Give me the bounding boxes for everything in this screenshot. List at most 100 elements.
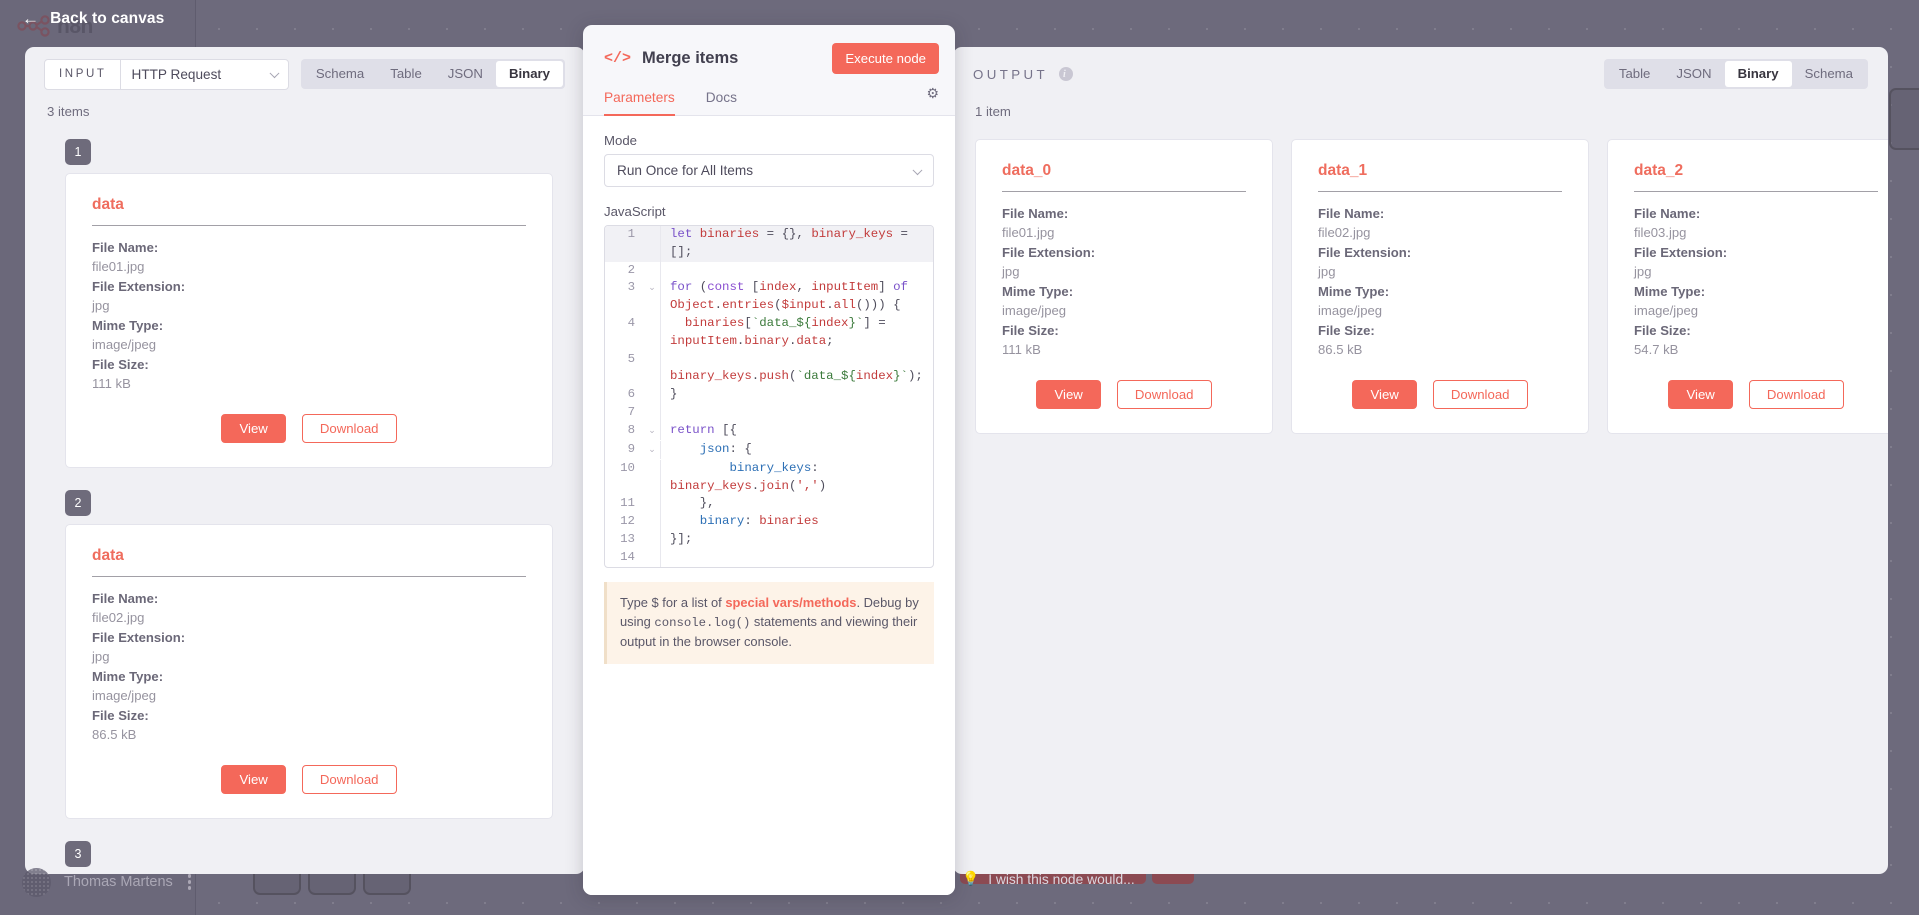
view-button[interactable]: View [1352, 379, 1417, 409]
binary-key-label: data [92, 196, 124, 213]
line-number: 7 [627, 404, 635, 419]
fold-arrow-icon[interactable]: ⌄ [644, 279, 660, 298]
line-number: 14 [620, 549, 635, 564]
view-button[interactable]: View [1036, 379, 1101, 409]
divider [1318, 191, 1562, 192]
line-number: 5 [627, 351, 635, 366]
info-icon[interactable]: i [1059, 67, 1074, 81]
field-label: File Name: [1002, 206, 1069, 221]
field-value: image/jpeg [1318, 302, 1383, 318]
code-line[interactable]: 2 [605, 261, 933, 280]
mode-select[interactable]: Run Once for All Items [604, 154, 934, 187]
line-number: 10 [620, 460, 635, 475]
parameters-modal: </> Merge items Execute node Parameters D… [583, 25, 955, 895]
line-number: 1 [627, 227, 635, 241]
view-button[interactable]: View [1668, 379, 1733, 409]
modal-title-group: </> Merge items [604, 49, 738, 68]
input-tab-json[interactable]: JSON [435, 61, 496, 87]
field-label: Mime Type: [92, 668, 164, 684]
code-line[interactable]: 10 binary_keys: binary_keys.join(',') [605, 459, 933, 496]
mode-field-label: Mode [604, 133, 637, 148]
field-value: file02.jpg [92, 609, 145, 625]
hint-code: console.log() [654, 615, 751, 630]
input-view-tabs[interactable]: Schema Table JSON Binary [300, 59, 565, 89]
javascript-code-editor[interactable]: 1 let binaries = {}, binary_keys = []; 2 3… [604, 225, 934, 568]
output-title-group: OUTPUT i [973, 67, 1074, 82]
user-menu-button[interactable] [187, 874, 192, 890]
output-tab-binary[interactable]: Binary [1724, 61, 1792, 87]
back-to-canvas-button[interactable]: ← Back to canvas [0, 0, 164, 37]
code-line[interactable]: 4 binaries[`data_${index}`] = inputItem.… [605, 314, 933, 351]
modal-tab-docs[interactable]: Docs [706, 90, 737, 116]
input-item-count: 3 items [47, 104, 90, 119]
input-tab-schema[interactable]: Schema [303, 61, 377, 87]
execute-node-button[interactable]: Execute node [832, 43, 939, 74]
canvas-node-ghost [1889, 88, 1919, 150]
field-label: Mime Type: [1634, 283, 1706, 299]
modal-header: </> Merge items Execute node [583, 25, 955, 74]
code-line[interactable]: 14 [605, 548, 933, 567]
field-label: File Name: [1634, 206, 1701, 221]
input-panel: INPUT HTTP Request Schema Table JSON Binary… [25, 47, 585, 874]
feedback-label: I wish this node would... [988, 871, 1135, 887]
field-value: 86.5 kB [92, 726, 137, 742]
binary-data-card: data_0 File Name: file01.jpg File Extension… [975, 139, 1273, 434]
code-line[interactable]: 3 ⌄ for (const [index, inputItem] of Objec… [605, 279, 933, 315]
view-button[interactable]: View [221, 413, 286, 443]
feedback-button[interactable]: 💡 I wish this node would... [962, 871, 1135, 887]
special-vars-link[interactable]: special vars/methods [725, 595, 856, 610]
code-line[interactable]: 8 ⌄ return [{ [605, 421, 933, 441]
line-number: 9 [627, 441, 635, 456]
item-index-badge: 2 [65, 489, 91, 516]
field-value: image/jpeg [1002, 302, 1067, 318]
gear-icon[interactable]: ⚙ [926, 86, 939, 100]
code-line[interactable]: 7 [605, 403, 933, 422]
field-label: Mime Type: [92, 317, 164, 333]
field-value: 54.7 kB [1634, 341, 1679, 357]
code-line[interactable]: 11 }, [605, 495, 933, 514]
field-value: 86.5 kB [1318, 341, 1363, 357]
input-item-list: 1 data File Name: file01.jpg File Extension:… [25, 135, 585, 874]
top-bar: ← Back to canvas [0, 0, 1919, 37]
node-detail-view: INPUT HTTP Request Schema Table JSON Binary… [25, 47, 1888, 874]
chevron-down-icon [912, 164, 923, 175]
download-button[interactable]: Download [1116, 379, 1212, 409]
output-tab-json[interactable]: JSON [1663, 61, 1724, 87]
input-tab-table[interactable]: Table [377, 61, 435, 87]
code-line[interactable]: 9 ⌄ json: { [605, 440, 933, 460]
output-tab-table[interactable]: Table [1606, 61, 1664, 87]
code-text: }, [660, 495, 933, 514]
input-node-dropdown[interactable]: HTTP Request [121, 60, 288, 89]
arrow-left-icon: ← [22, 9, 40, 28]
field-value: file01.jpg [1002, 224, 1055, 240]
code-text: binary_keys.push(`data_${index}`); [660, 350, 933, 387]
fold-arrow-icon[interactable]: ⌄ [644, 422, 660, 441]
output-tab-schema[interactable]: Schema [1792, 61, 1866, 87]
field-label: Mime Type: [1318, 283, 1390, 299]
modal-tabs[interactable]: Parameters Docs ⚙ [583, 74, 955, 116]
avatar[interactable] [22, 867, 51, 897]
modal-tab-parameters[interactable]: Parameters [604, 90, 675, 116]
input-tab-binary[interactable]: Binary [495, 61, 563, 87]
fold-arrow-icon[interactable]: ⌄ [644, 441, 660, 460]
line-number: 12 [620, 514, 635, 529]
binary-data-card: data File Name: file02.jpg File Extension: j… [65, 523, 553, 819]
view-button[interactable]: View [221, 764, 286, 794]
code-line[interactable]: 12 binary: binaries [605, 513, 933, 531]
code-text: let binaries = {}, binary_keys = []; [660, 226, 933, 262]
code-line[interactable]: 1 let binaries = {}, binary_keys = []; [605, 226, 933, 262]
field-label: File Extension: [1318, 244, 1412, 260]
code-line[interactable]: 5 binary_keys.push(`data_${index}`); [605, 350, 933, 387]
download-button[interactable]: Download [301, 764, 397, 794]
download-button[interactable]: Download [1748, 379, 1844, 409]
code-line[interactable]: 13}]; [605, 530, 933, 549]
node-title: Merge items [642, 49, 739, 67]
download-button[interactable]: Download [301, 413, 397, 443]
field-value: jpg [1002, 263, 1020, 279]
output-item-count: 1 item [975, 104, 1011, 119]
download-button[interactable]: Download [1432, 379, 1528, 409]
field-value: jpg [1634, 263, 1652, 279]
output-view-tabs[interactable]: Table JSON Binary Schema [1603, 59, 1868, 89]
code-line[interactable]: 6} [605, 386, 933, 404]
input-node-selector[interactable]: INPUT HTTP Request [44, 58, 289, 90]
